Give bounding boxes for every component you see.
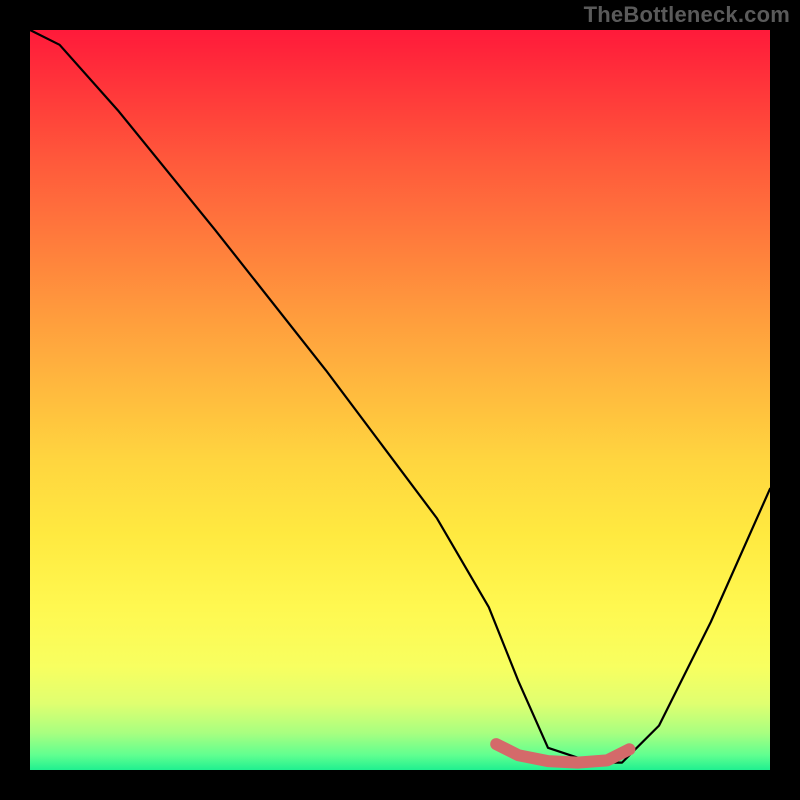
bottleneck-curve: [30, 30, 770, 763]
chart-frame: TheBottleneck.com: [0, 0, 800, 800]
plot-area: [30, 30, 770, 770]
curve-layer: [30, 30, 770, 770]
watermark-text: TheBottleneck.com: [584, 2, 790, 28]
